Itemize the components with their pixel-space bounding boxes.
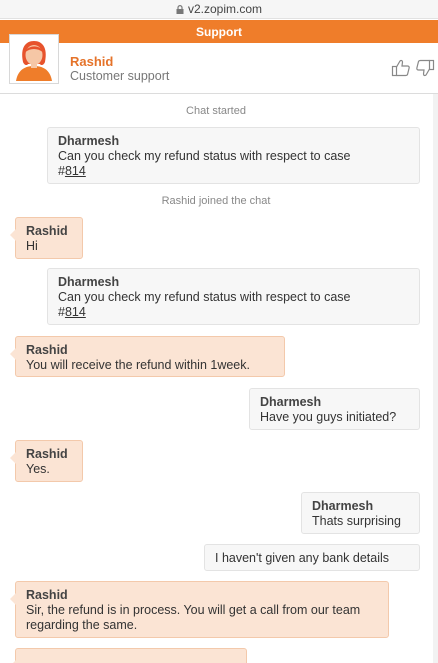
message-sender: Dharmesh [260, 395, 322, 409]
agent-name: Rashid [70, 54, 114, 69]
message-sender: Dharmesh [58, 134, 120, 148]
visitor-message: Dharmesh Can you check my refund status … [47, 268, 420, 325]
visitor-message: Dharmesh Thats surprising [301, 492, 420, 534]
message-text: Yes. [26, 462, 50, 476]
agent-message: Rashid Yes. [10, 440, 83, 482]
agent-bar [0, 43, 438, 94]
address-bar[interactable]: v2.zopim.com [0, 0, 438, 19]
message-sender: Rashid [26, 224, 68, 238]
message-sender: Dharmesh [312, 499, 374, 513]
agent-message: Rashid Hi [10, 217, 83, 259]
message-sender: Dharmesh [58, 275, 120, 289]
avatar-icon [10, 35, 58, 83]
chat-scrollbar[interactable] [433, 94, 438, 663]
agent-role: Customer support [70, 69, 170, 83]
message-text: You will receive the refund within 1week… [26, 358, 250, 372]
case-prefix: # [58, 164, 65, 178]
chat-header-bar[interactable]: Support [0, 20, 438, 43]
agent-message: Rashid You will receive the refund withi… [10, 336, 285, 377]
message-text: Thats surprising [312, 514, 401, 528]
case-link[interactable]: 814 [65, 305, 86, 319]
agent-message-partial [10, 648, 247, 663]
lock-icon [176, 4, 184, 14]
url-text: v2.zopim.com [187, 2, 263, 16]
visitor-message: Dharmesh Have you guys initiated? [249, 388, 420, 430]
message-sender: Rashid [26, 588, 68, 602]
message-text: Sir, the refund is in process. You will … [26, 603, 361, 632]
message-text: Have you guys initiated? [260, 410, 397, 424]
thumbs-down-icon[interactable] [415, 58, 435, 78]
case-prefix: # [58, 305, 65, 319]
message-text: I haven't given any bank details [215, 551, 390, 565]
agent-message: Rashid Sir, the refund is in process. Yo… [10, 581, 389, 638]
case-link[interactable]: 814 [65, 164, 86, 178]
system-message: Rashid joined the chat [161, 195, 271, 207]
system-message: Chat started [186, 105, 246, 117]
message-sender: Rashid [26, 447, 68, 461]
message-sender: Rashid [26, 343, 68, 357]
message-text: Can you check my refund status with resp… [58, 290, 351, 304]
visitor-message: Dharmesh Can you check my refund status … [47, 127, 420, 184]
message-text: Hi [26, 239, 38, 253]
thumbs-up-icon[interactable] [391, 58, 411, 78]
header-title: Support [196, 24, 242, 39]
message-text: Can you check my refund status with resp… [58, 149, 351, 163]
chat-log[interactable]: Chat started Dharmesh Can you check my r… [0, 94, 432, 663]
agent-avatar [9, 34, 59, 84]
visitor-message: I haven't given any bank details [204, 544, 420, 571]
